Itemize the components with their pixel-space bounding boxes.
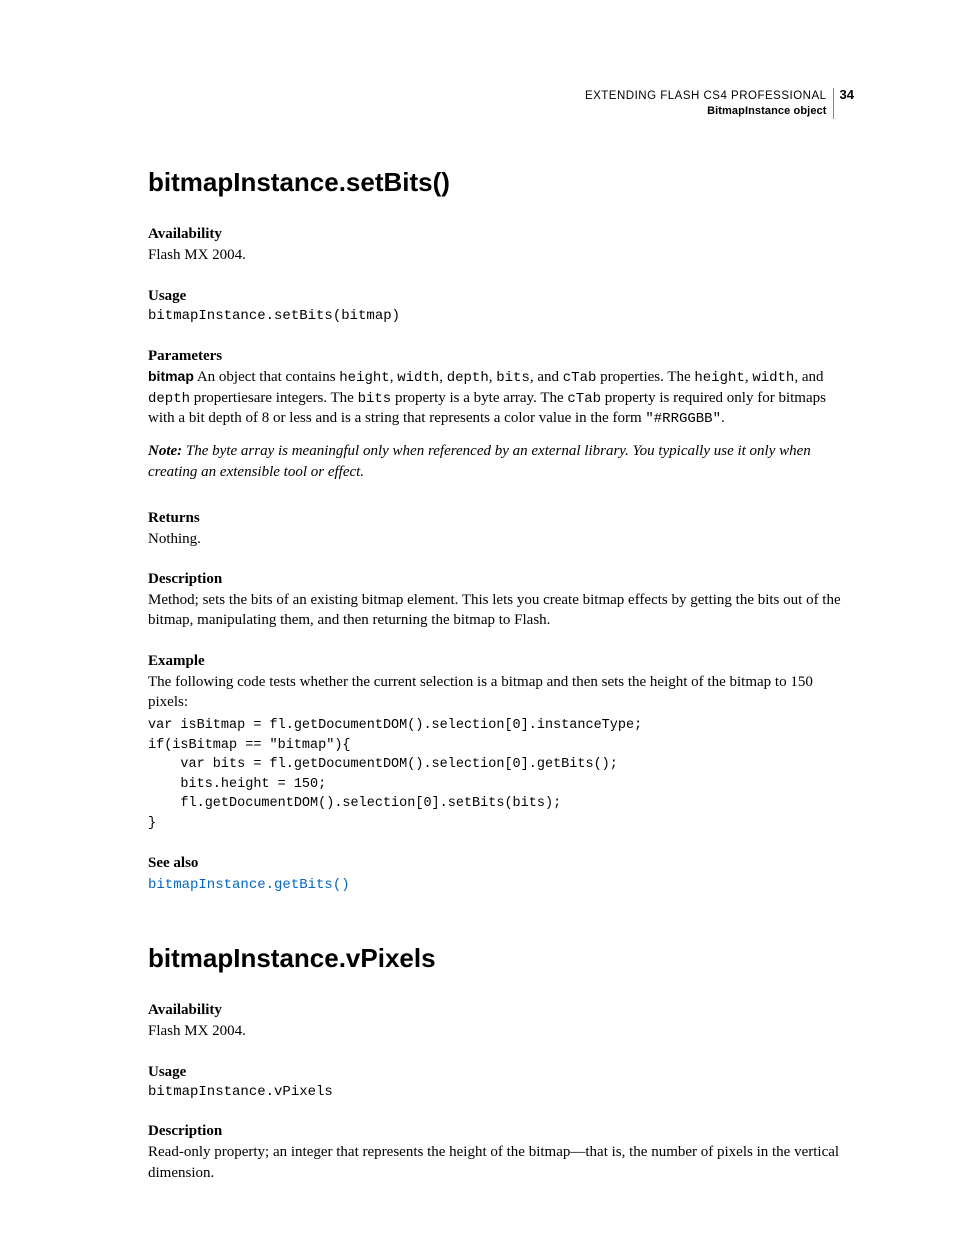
param-code-depth: depth	[447, 370, 489, 386]
param-text-1a: An object that contains	[194, 369, 339, 385]
header-text-block: EXTENDING FLASH CS4 PROFESSIONAL BitmapI…	[585, 88, 834, 119]
note-label: Note:	[148, 443, 186, 459]
param-sep6: , and	[794, 369, 823, 385]
description-text-2: Read-only property; an integer that repr…	[148, 1142, 854, 1183]
page-number: 34	[834, 88, 854, 101]
header-subtitle: BitmapInstance object	[585, 104, 827, 119]
usage-code-2: bitmapInstance.vPixels	[148, 1083, 854, 1102]
description-text-1: Method; sets the bits of an existing bit…	[148, 590, 854, 631]
returns-label: Returns	[148, 510, 854, 527]
note-text: The byte array is meaningful only when r…	[148, 443, 811, 479]
param-text-2b: property is a byte array. The	[391, 390, 567, 406]
param-code-bits: bits	[496, 370, 530, 386]
param-sep2: ,	[439, 369, 447, 385]
param-code-rgb: "#RRGGBB"	[645, 411, 721, 427]
example-text: The following code tests whether the cur…	[148, 672, 854, 713]
availability-label-1: Availability	[148, 226, 854, 243]
page-container: EXTENDING FLASH CS4 PROFESSIONAL BitmapI…	[0, 0, 954, 1245]
note-paragraph: Note: The byte array is meaningful only …	[148, 441, 854, 482]
param-text-2d: .	[721, 410, 725, 426]
param-name: bitmap	[148, 368, 194, 384]
usage-label-1: Usage	[148, 288, 854, 305]
usage-label-2: Usage	[148, 1064, 854, 1081]
param-text-1b: properties. The	[596, 369, 694, 385]
param-code-bits2: bits	[358, 391, 392, 407]
param-code-height2: height	[694, 370, 744, 386]
param-code-width2: width	[752, 370, 794, 386]
availability-text-2: Flash MX 2004.	[148, 1021, 854, 1041]
section1-heading: bitmapInstance.setBits()	[148, 167, 854, 198]
param-code-height: height	[339, 370, 389, 386]
parameters-paragraph: bitmap An object that contains height, w…	[148, 367, 854, 430]
header-title: EXTENDING FLASH CS4 PROFESSIONAL	[585, 88, 827, 104]
seealso-para: bitmapInstance.getBits()	[148, 874, 854, 895]
param-code-depth2: depth	[148, 391, 190, 407]
param-code-ctab: cTab	[563, 370, 597, 386]
seealso-label: See also	[148, 855, 854, 872]
seealso-link[interactable]: bitmapInstance.getBits()	[148, 877, 350, 893]
example-code: var isBitmap = fl.getDocumentDOM().selec…	[148, 716, 854, 833]
param-sep4: , and	[530, 369, 563, 385]
page-header: EXTENDING FLASH CS4 PROFESSIONAL BitmapI…	[148, 88, 854, 119]
param-code-ctab2: cTab	[567, 391, 601, 407]
param-code-width: width	[397, 370, 439, 386]
description-label-1: Description	[148, 571, 854, 588]
description-label-2: Description	[148, 1123, 854, 1140]
usage-code-1: bitmapInstance.setBits(bitmap)	[148, 307, 854, 326]
param-text-2a: propertiesare integers. The	[190, 390, 358, 406]
section2-heading: bitmapInstance.vPixels	[148, 943, 854, 974]
example-label: Example	[148, 653, 854, 670]
returns-text: Nothing.	[148, 529, 854, 549]
parameters-label: Parameters	[148, 348, 854, 365]
availability-label-2: Availability	[148, 1002, 854, 1019]
availability-text-1: Flash MX 2004.	[148, 245, 854, 265]
